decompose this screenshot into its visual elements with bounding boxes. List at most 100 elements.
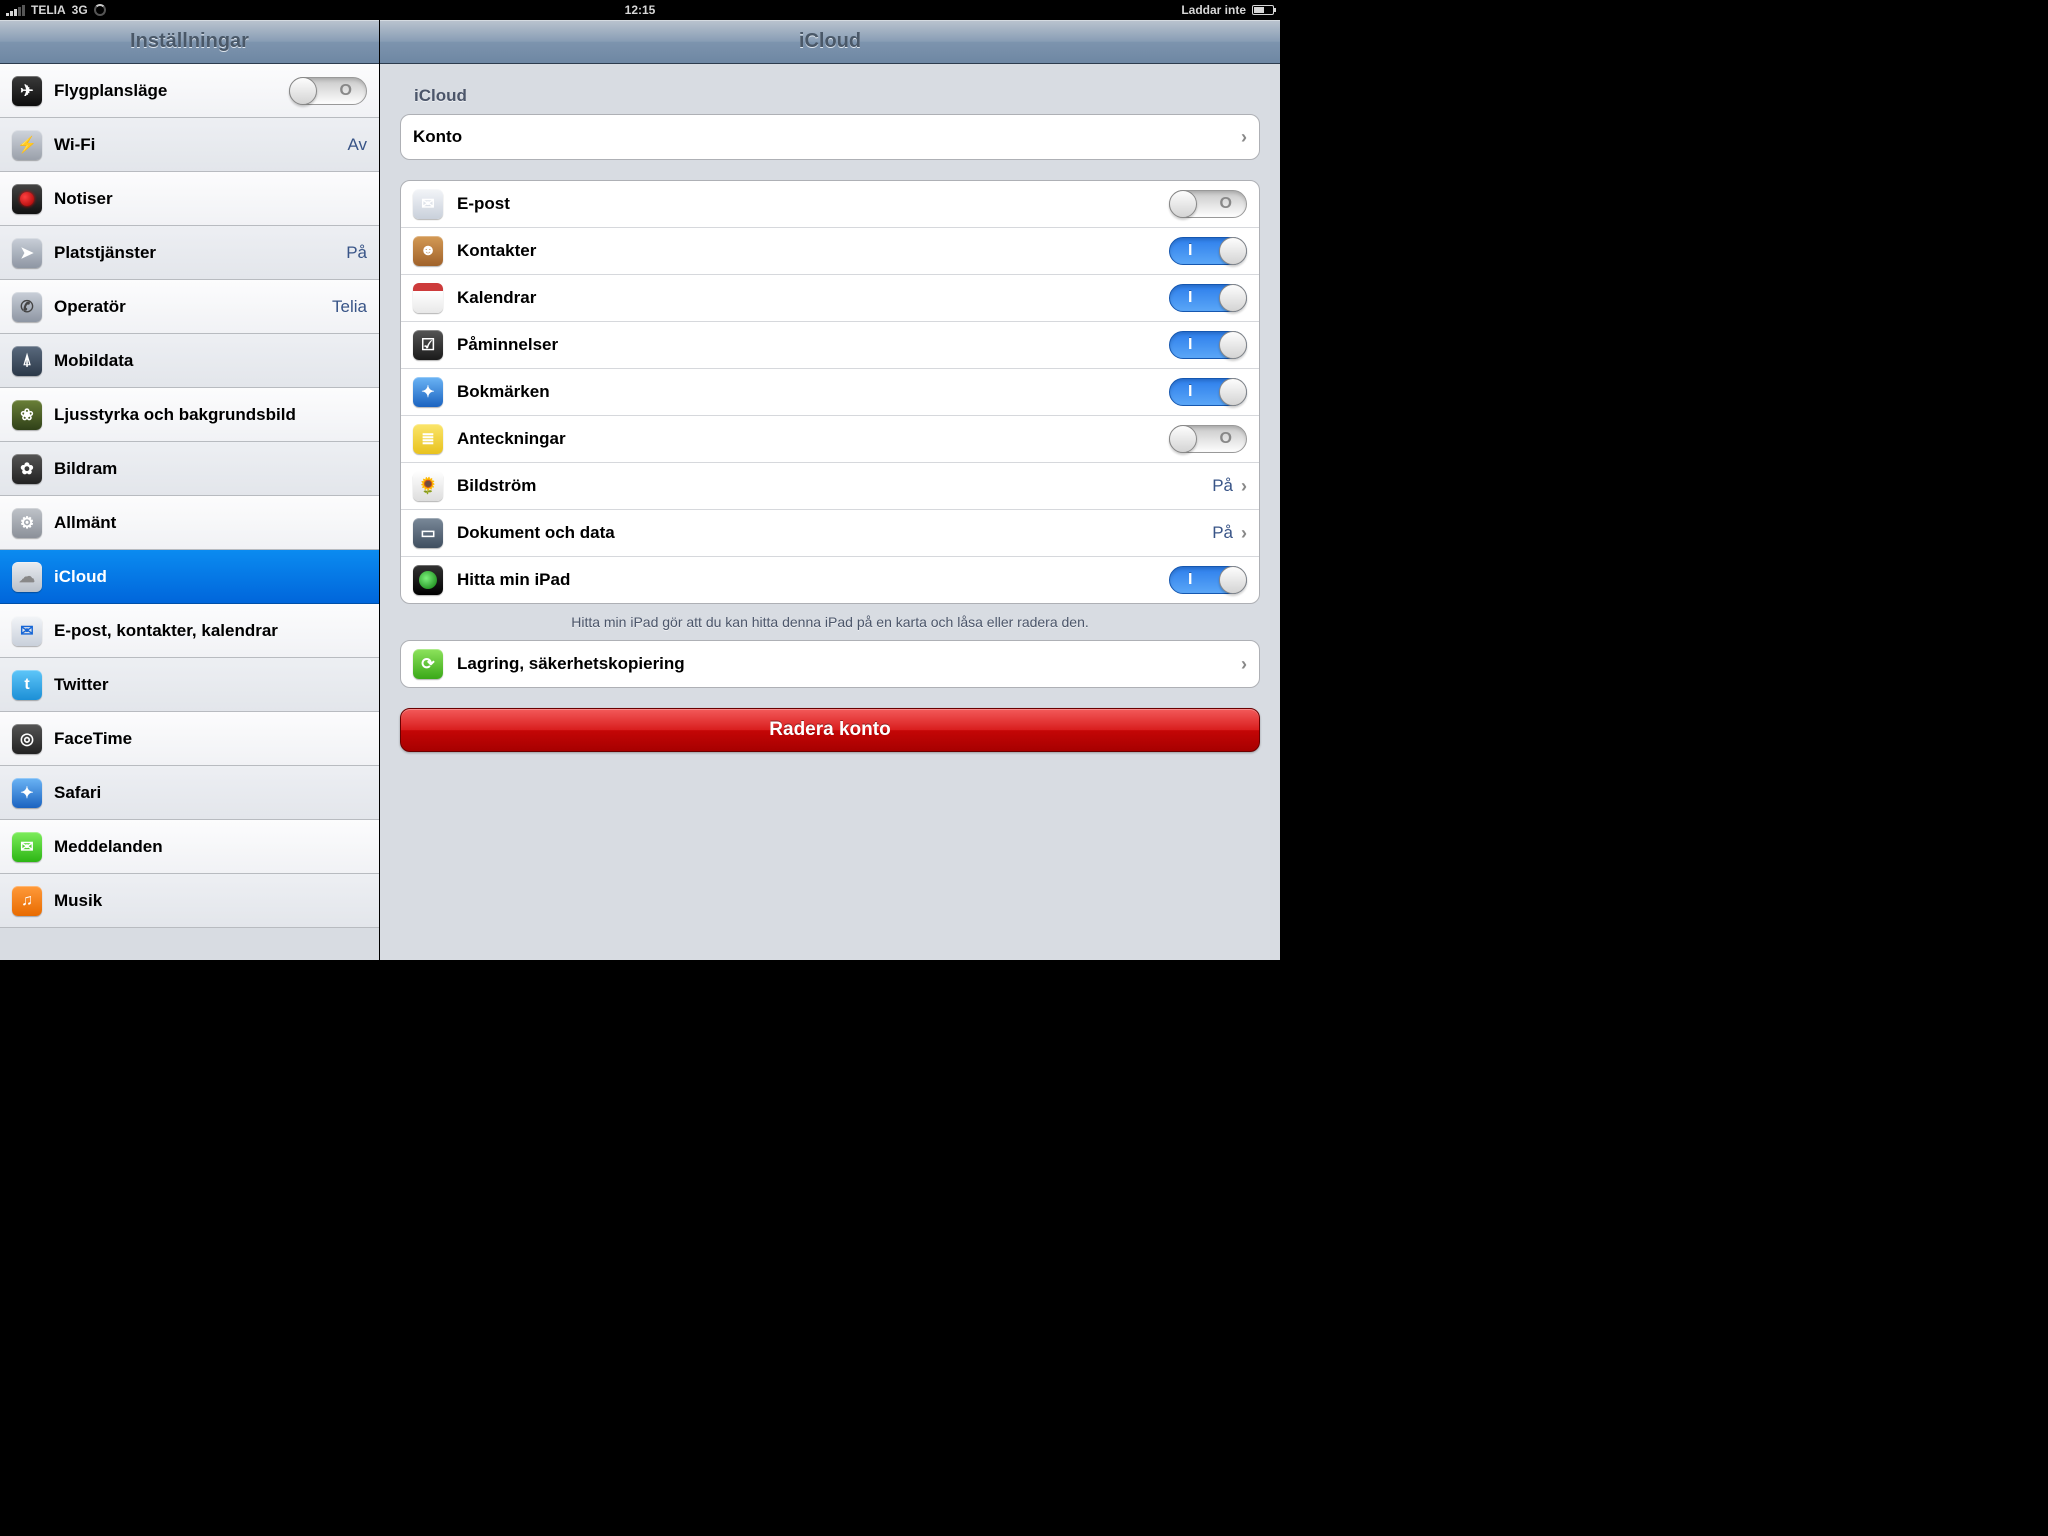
sidebar-item-label: Safari (54, 783, 367, 803)
service-row-p-minnelser[interactable]: ☑ Påminnelser (401, 322, 1259, 369)
sidebar-item-wi-fi[interactable]: ⚡ Wi-FiAv (0, 118, 379, 172)
airplane-icon: ✈ (12, 76, 42, 106)
sidebar-item-label: Wi-Fi (54, 135, 347, 155)
sidebar-item-twitter[interactable]: tTwitter (0, 658, 379, 712)
contacts-icon: ☻ (413, 236, 443, 266)
sidebar-item-ljusstyrka-och-bakgrundsbild[interactable]: ❀ Ljusstyrka och bakgrundsbild (0, 388, 379, 442)
notes-icon: ≣ (413, 424, 443, 454)
toggle[interactable] (289, 77, 367, 105)
sidebar-item-facetime[interactable]: ◎FaceTime (0, 712, 379, 766)
service-row-kontakter[interactable]: ☻ Kontakter (401, 228, 1259, 275)
sidebar-item-allm-nt[interactable]: ⚙Allmänt (0, 496, 379, 550)
sidebar-item-notiser[interactable]: Notiser (0, 172, 379, 226)
sidebar-item-label: Operatör (54, 297, 332, 317)
sidebar-item-e-post-kontakter-kalendrar[interactable]: ✉E-post, kontakter, kalendrar (0, 604, 379, 658)
sidebar-item-icloud[interactable]: ☁iCloud (0, 550, 379, 604)
sidebar-item-bildram[interactable]: ✿Bildram (0, 442, 379, 496)
sidebar-item-musik[interactable]: ♫Musik (0, 874, 379, 928)
clock: 12:15 (625, 3, 656, 17)
rem-icon: ☑ (413, 330, 443, 360)
toggle[interactable] (1169, 331, 1247, 359)
service-row-kalendrar[interactable]: Kalendrar (401, 275, 1259, 322)
chevron-right-icon: › (1241, 523, 1247, 544)
settings-sidebar: Inställningar ✈Flygplansläge ⚡ Wi-FiAv Noti… (0, 20, 380, 960)
toggle[interactable] (1169, 237, 1247, 265)
safari2-icon: ✦ (413, 377, 443, 407)
sidebar-item-meddelanden[interactable]: ✉Meddelanden (0, 820, 379, 874)
toggle[interactable] (1169, 425, 1247, 453)
sidebar-item-value: På (346, 243, 367, 263)
carrier-label: TELIA (31, 3, 66, 17)
storage-row[interactable]: ⟳ Lagring, säkerhetskopiering › (401, 641, 1259, 687)
loc-icon: ➤ (12, 238, 42, 268)
cell-icon: ⍋ (12, 346, 42, 376)
op-icon: ✆ (12, 292, 42, 322)
sidebar-list[interactable]: ✈Flygplansläge ⚡ Wi-FiAv Notiser ➤ Platstjäns… (0, 64, 379, 960)
mail-icon: ✉ (12, 616, 42, 646)
msg-icon: ✉ (12, 832, 42, 862)
sidebar-item-flygplansl-ge[interactable]: ✈Flygplansläge (0, 64, 379, 118)
sidebar-item-label: Bildram (54, 459, 367, 479)
service-row-anteckningar[interactable]: ≣ Anteckningar (401, 416, 1259, 463)
wifi-icon: ⚡ (12, 130, 42, 160)
safari-icon: ✦ (12, 778, 42, 808)
services-group: ✉E-post☻KontakterKalendrar☑Påminnelser✦B… (400, 180, 1260, 604)
sidebar-item-safari[interactable]: ✦ Safari (0, 766, 379, 820)
service-label: Bildström (457, 476, 1212, 496)
sidebar-item-label: Notiser (54, 189, 367, 209)
detail-title: iCloud (799, 30, 861, 53)
sidebar-item-value: Av (347, 135, 367, 155)
toggle[interactable] (1169, 378, 1247, 406)
sidebar-toolbar: Inställningar (0, 20, 379, 64)
account-row[interactable]: Konto › (401, 115, 1259, 159)
detail-toolbar: iCloud (380, 20, 1280, 64)
service-row-bildstr-m[interactable]: 🌻 BildströmPå › (401, 463, 1259, 510)
sidebar-item-label: Ljusstyrka och bakgrundsbild (54, 405, 367, 425)
sidebar-item-operat-r[interactable]: ✆ OperatörTelia (0, 280, 379, 334)
service-value: På (1212, 476, 1233, 496)
service-label: Hitta min iPad (457, 570, 1169, 590)
service-value: På (1212, 523, 1233, 543)
service-row-dokument-och-data[interactable]: ▭Dokument och dataPå› (401, 510, 1259, 557)
service-label: Kontakter (457, 241, 1169, 261)
cal-icon (413, 283, 443, 313)
bright-icon: ❀ (12, 400, 42, 430)
sidebar-item-platstj-nster[interactable]: ➤ PlatstjänsterPå (0, 226, 379, 280)
charging-label: Laddar inte (1181, 3, 1246, 17)
signal-icon (6, 5, 25, 16)
doc-icon: ▭ (413, 518, 443, 548)
sidebar-item-value: Telia (332, 297, 367, 317)
storage-group: ⟳ Lagring, säkerhetskopiering › (400, 640, 1260, 688)
service-row-e-post[interactable]: ✉ E-post (401, 181, 1259, 228)
account-label: Konto (413, 127, 1233, 147)
find-my-ipad-footer: Hitta min iPad gör att du kan hitta denn… (400, 604, 1260, 640)
delete-account-button[interactable]: Radera konto (400, 708, 1260, 752)
service-label: Anteckningar (457, 429, 1169, 449)
section-header-icloud: iCloud (400, 64, 1260, 114)
service-label: E-post (457, 194, 1169, 214)
find-icon (413, 565, 443, 595)
toggle[interactable] (1169, 190, 1247, 218)
chevron-right-icon: › (1241, 654, 1247, 675)
sidebar-item-label: Musik (54, 891, 367, 911)
activity-spinner-icon (94, 4, 106, 16)
toggle[interactable] (1169, 566, 1247, 594)
sidebar-item-mobildata[interactable]: ⍋Mobildata (0, 334, 379, 388)
backup-icon: ⟳ (413, 649, 443, 679)
notif-icon (12, 184, 42, 214)
storage-label: Lagring, säkerhetskopiering (457, 654, 1241, 674)
toggle[interactable] (1169, 284, 1247, 312)
delete-account-label: Radera konto (769, 719, 890, 741)
general-icon: ⚙ (12, 508, 42, 538)
service-row-hitta-min-ipad[interactable]: Hitta min iPad (401, 557, 1259, 603)
detail-pane: iCloud iCloud Konto › ✉ E-post ☻ Kontakter K… (380, 20, 1280, 960)
chevron-right-icon: › (1241, 476, 1247, 497)
service-label: Påminnelser (457, 335, 1169, 355)
photo-icon: 🌻 (413, 471, 443, 501)
service-row-bokm-rken[interactable]: ✦Bokmärken (401, 369, 1259, 416)
sidebar-item-label: Platstjänster (54, 243, 346, 263)
network-label: 3G (72, 3, 88, 17)
mail-icon: ✉ (413, 189, 443, 219)
chevron-right-icon: › (1241, 127, 1247, 148)
battery-icon (1252, 5, 1274, 15)
